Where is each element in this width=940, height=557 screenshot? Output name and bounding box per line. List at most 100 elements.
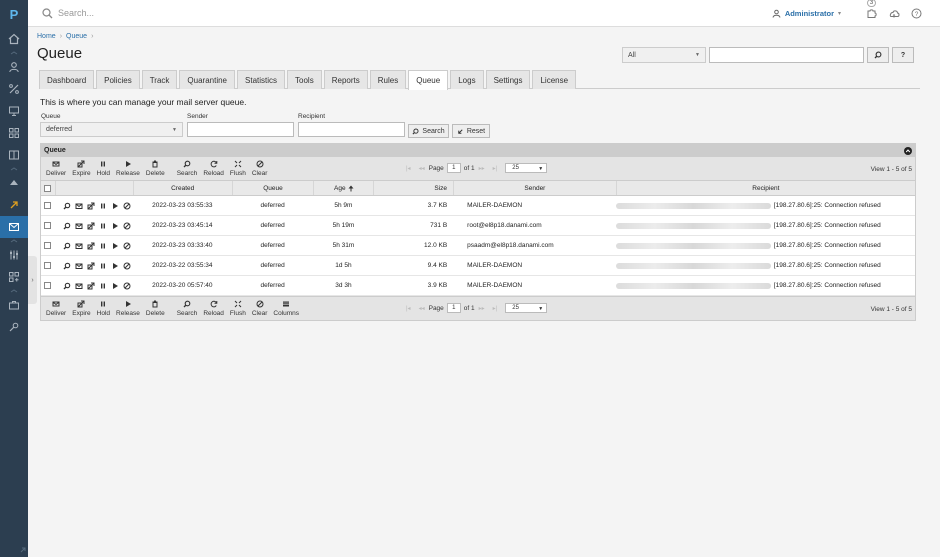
row-checkbox[interactable] — [44, 202, 52, 209]
tab-quarantine[interactable]: Quarantine — [179, 70, 236, 89]
table-row[interactable]: 2022-03-23 03:45:14 deferred 5h 19m 731 B ro… — [41, 216, 915, 236]
row-deliver-button[interactable] — [75, 202, 87, 210]
row-expire-button[interactable] — [87, 262, 99, 270]
tab-queue[interactable]: Queue — [408, 70, 449, 90]
hold-button[interactable]: Hold — [94, 300, 113, 317]
global-search[interactable]: Search... — [42, 7, 94, 19]
table-row[interactable]: 2022-03-22 03:55:34 deferred 1d 5h 9.4 KB MA… — [41, 256, 915, 276]
row-release-button[interactable] — [111, 202, 123, 210]
tab-rules[interactable]: Rules — [369, 70, 407, 89]
hold-button[interactable]: Hold — [94, 160, 113, 177]
sliders-icon[interactable] — [0, 244, 28, 266]
tab-statistics[interactable]: Statistics — [237, 70, 286, 89]
expire-button[interactable]: Expire — [69, 300, 93, 317]
row-hold-button[interactable] — [99, 262, 111, 270]
tab-dashboard[interactable]: Dashboard — [39, 70, 95, 89]
row-deliver-button[interactable] — [75, 242, 87, 250]
row-checkbox[interactable] — [44, 242, 52, 249]
home-icon[interactable] — [0, 28, 28, 50]
delete-button[interactable]: Delete — [143, 160, 168, 177]
table-row[interactable]: 2022-03-23 03:33:40 deferred 5h 31m 12.0 KB… — [41, 236, 915, 256]
row-expire-button[interactable] — [87, 202, 99, 210]
view-message-button[interactable] — [63, 242, 75, 250]
row-release-button[interactable] — [111, 262, 123, 270]
release-button[interactable]: Release — [113, 300, 143, 317]
queue-select[interactable]: deferred ▼ — [40, 122, 183, 137]
column-created[interactable]: Created — [132, 181, 232, 195]
breadcrumb-home[interactable]: Home — [37, 33, 56, 40]
mail-queue-icon[interactable] — [0, 216, 28, 238]
view-message-button[interactable] — [63, 202, 75, 210]
filter-select[interactable]: All ▼ — [622, 47, 706, 63]
filter-search-input[interactable] — [709, 47, 864, 63]
grid-icon[interactable] — [0, 122, 28, 144]
book-icon[interactable] — [0, 144, 28, 166]
column-sender[interactable]: Sender — [453, 181, 616, 195]
prev-page-icon[interactable]: ◂◂ — [419, 305, 425, 312]
briefcase-icon[interactable] — [0, 294, 28, 316]
monitor-icon[interactable] — [0, 100, 28, 122]
row-deliver-button[interactable] — [75, 262, 87, 270]
table-row[interactable]: 2022-03-20 05:57:40 deferred 3d 3h 3.9 KB MA… — [41, 276, 915, 296]
tab-tools[interactable]: Tools — [287, 70, 322, 89]
next-page-icon[interactable]: ▸▸ — [479, 305, 485, 312]
row-hold-button[interactable] — [99, 222, 111, 230]
tab-logs[interactable]: Logs — [450, 70, 484, 89]
row-hold-button[interactable] — [99, 282, 111, 290]
row-release-button[interactable] — [111, 242, 123, 250]
row-checkbox[interactable] — [44, 262, 52, 269]
recipient-input[interactable] — [298, 122, 405, 137]
prev-page-icon[interactable]: ◂◂ — [419, 165, 425, 172]
row-release-button[interactable] — [111, 282, 123, 290]
last-page-icon[interactable]: ▸| — [493, 165, 498, 172]
tab-license[interactable]: License — [532, 70, 577, 89]
clear-button[interactable]: Clear — [249, 300, 271, 317]
key-icon[interactable] — [0, 316, 28, 338]
view-message-button[interactable] — [63, 282, 75, 290]
row-deliver-button[interactable] — [75, 282, 87, 290]
clear-button[interactable]: Clear — [249, 160, 271, 177]
page-size-select[interactable]: 25 ▼ — [505, 163, 548, 173]
logo[interactable]: P — [0, 0, 28, 28]
tab-policies[interactable]: Policies — [96, 70, 140, 89]
collapse-grid-button[interactable] — [904, 146, 912, 155]
tab-settings[interactable]: Settings — [485, 70, 531, 89]
user-icon[interactable] — [0, 56, 28, 78]
first-page-icon[interactable]: |◂ — [406, 305, 411, 312]
page-input[interactable]: 1 — [446, 303, 461, 313]
row-hold-button[interactable] — [99, 242, 111, 250]
columns-button[interactable]: Columns — [270, 300, 302, 317]
reload-button[interactable]: Reload — [200, 300, 227, 317]
select-all-checkbox[interactable] — [44, 184, 52, 192]
reload-button[interactable]: Reload — [200, 160, 227, 177]
breadcrumb-queue[interactable]: Queue — [66, 33, 87, 40]
filter-search-button[interactable] — [867, 47, 889, 63]
apps-icon[interactable] — [0, 266, 28, 288]
expire-button[interactable]: Expire — [69, 160, 93, 177]
user-menu[interactable]: Administrator ▾ — [772, 9, 841, 18]
flush-button[interactable]: Flush — [227, 160, 249, 177]
tab-reports[interactable]: Reports — [323, 70, 368, 89]
row-checkbox[interactable] — [44, 282, 52, 289]
page-input[interactable]: 1 — [446, 163, 461, 173]
row-hold-button[interactable] — [99, 202, 111, 210]
column-size[interactable]: Size — [373, 181, 453, 195]
cloud-icon[interactable] — [0, 172, 28, 194]
row-checkbox[interactable] — [44, 222, 52, 229]
sender-input[interactable] — [187, 122, 294, 137]
search-button[interactable]: Search — [408, 124, 449, 138]
row-expire-button[interactable] — [87, 242, 99, 250]
plugin-icon[interactable] — [0, 194, 28, 216]
last-page-icon[interactable]: ▸| — [493, 305, 498, 312]
column-queue[interactable]: Queue — [231, 181, 314, 195]
help-button[interactable]: ? — [892, 47, 914, 63]
column-recipient[interactable]: Recipient — [615, 181, 915, 195]
search-placeholder[interactable]: Search... — [58, 8, 94, 18]
tab-track[interactable]: Track — [141, 70, 178, 89]
page-size-select[interactable]: 25 ▼ — [505, 303, 548, 313]
reset-button[interactable]: Reset — [452, 124, 490, 138]
notifications-button[interactable]: 3 — [866, 0, 877, 19]
flush-button[interactable]: Flush — [227, 300, 249, 317]
delete-button[interactable]: Delete — [143, 300, 168, 317]
deliver-button[interactable]: Deliver — [43, 160, 69, 177]
